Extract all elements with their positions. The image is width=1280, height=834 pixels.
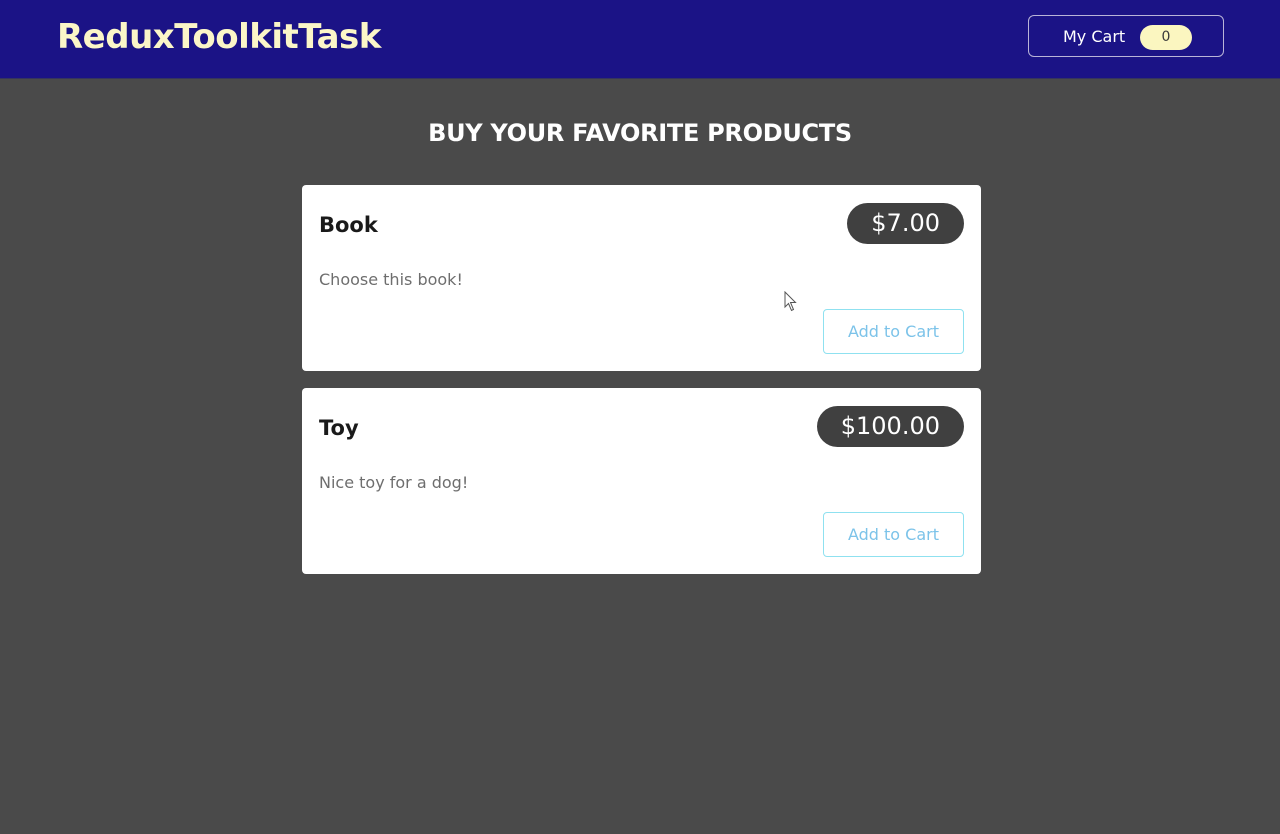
product-description: Choose this book! [319,270,463,289]
mouse-pointer-icon [784,291,797,312]
product-name: Toy [319,416,359,440]
product-description: Nice toy for a dog! [319,473,469,492]
page-title: BUY YOUR FAVORITE PRODUCTS [428,119,852,147]
cart-count-badge: 0 [1140,25,1192,50]
app-header: ReduxToolkitTask My Cart 0 [0,0,1280,79]
add-to-cart-button[interactable]: Add to Cart [823,512,964,557]
product-card: Toy $100.00 Nice toy for a dog! Add to C… [302,388,981,574]
my-cart-button[interactable]: My Cart 0 [1028,15,1224,57]
product-name: Book [319,213,378,237]
app-logo[interactable]: ReduxToolkitTask [57,17,381,57]
cart-label: My Cart [1063,27,1126,46]
product-card: Book $7.00 Choose this book! Add to Cart [302,185,981,371]
add-to-cart-button[interactable]: Add to Cart [823,309,964,354]
price-badge: $100.00 [816,406,964,447]
price-badge: $7.00 [847,203,964,244]
